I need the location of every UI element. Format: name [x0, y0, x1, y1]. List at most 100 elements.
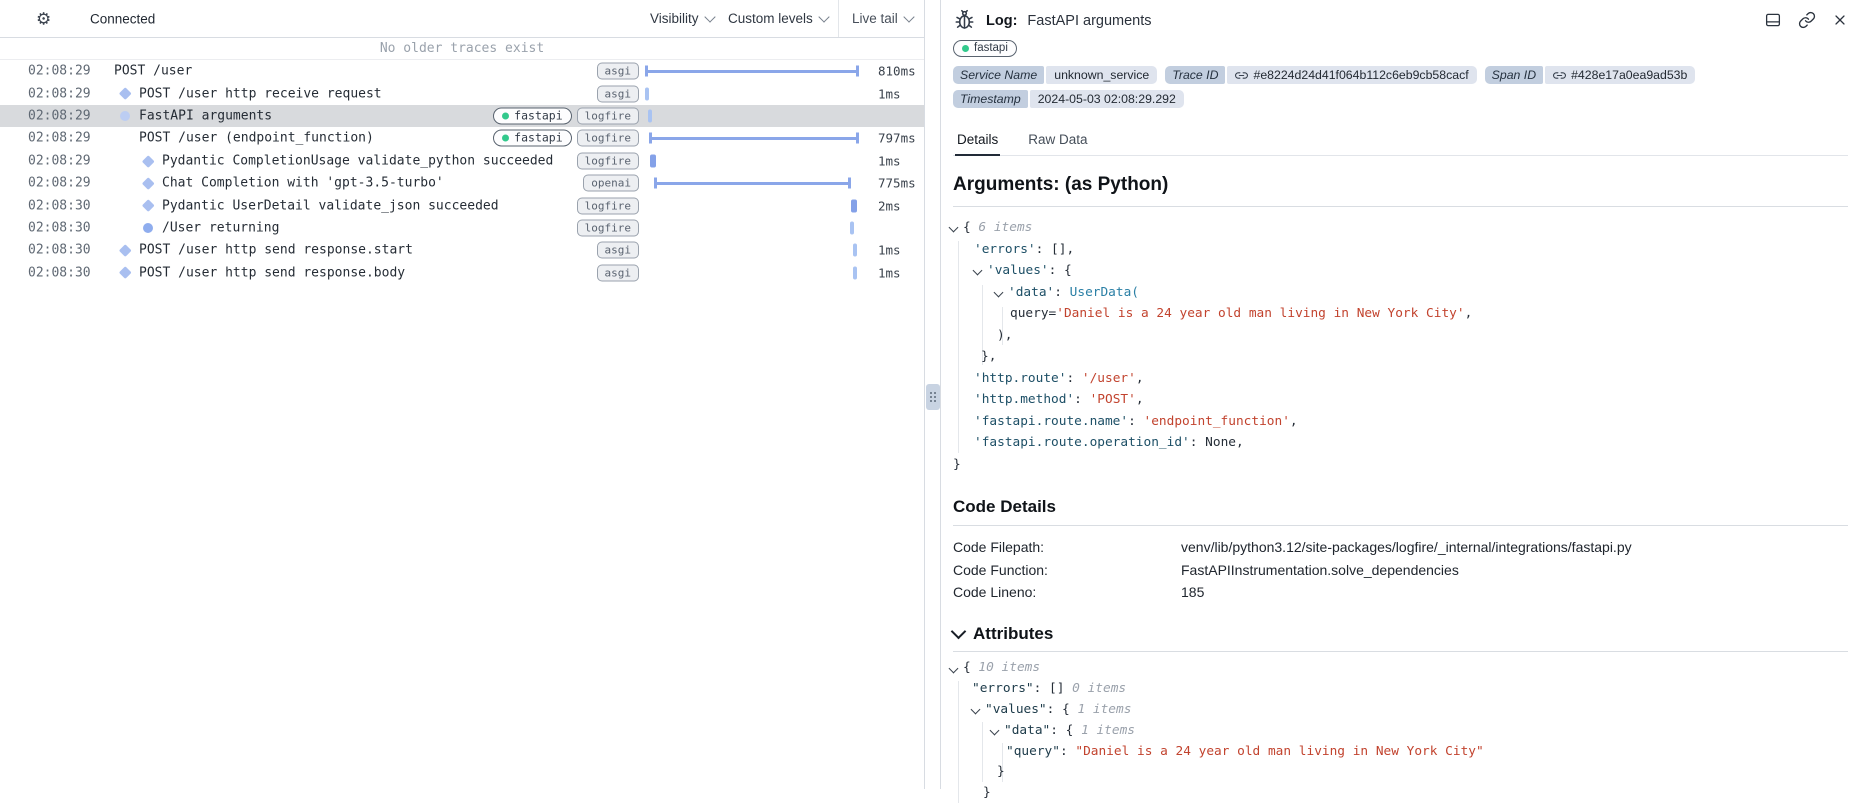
dot-blue-icon [141, 221, 155, 235]
duration-tick [648, 109, 652, 122]
code-segment-items: 10 items [978, 660, 1040, 675]
log-kind-label: Log: [986, 13, 1017, 29]
code-segment-punc: } [983, 785, 991, 800]
trace-duration: 2ms [878, 198, 901, 213]
collapse-chevron-icon[interactable] [949, 223, 959, 233]
trace-timeline [645, 105, 873, 127]
trace-row[interactable]: 02:08:29Pydantic CompletionUsage validat… [0, 150, 924, 172]
trace-timestamp: 02:08:29 [28, 153, 91, 168]
gear-icon[interactable]: ⚙ [36, 10, 51, 27]
code-segment-key: 'http.method' [974, 392, 1074, 407]
code-segment-key: 'values' [987, 263, 1049, 278]
trace-name: POST /user (endpoint_function) [139, 131, 374, 146]
code-segment-items: 1 items [1077, 702, 1131, 717]
code-filepath-value: venv/lib/python3.12/site-packages/logfir… [1181, 539, 1632, 555]
diamond-icon [141, 154, 155, 168]
trace-badges: logfire [577, 152, 639, 169]
collapse-chevron-icon[interactable] [949, 663, 959, 673]
collapse-chevron-icon[interactable] [951, 623, 967, 639]
openai-badge: openai [583, 175, 639, 192]
collapse-chevron-icon[interactable] [994, 287, 1004, 297]
code-line: 'fastapi.route.operation_id': None, [953, 432, 1848, 454]
trace-timeline [645, 194, 873, 216]
code-segment-punc: { [963, 660, 978, 675]
code-segment-plain: query= [1010, 306, 1056, 321]
trace-duration: 1ms [878, 265, 901, 280]
asgi-badge: asgi [597, 63, 640, 80]
trace-name: Pydantic UserDetail validate_json succee… [162, 198, 499, 213]
visibility-dropdown[interactable]: Visibility [650, 0, 714, 37]
trace-row[interactable]: 02:08:30 POST /user http send response.st… [0, 239, 924, 261]
custom-levels-label: Custom levels [728, 11, 813, 26]
trace-row[interactable]: 02:08:29POST /user http receive requesta… [0, 82, 924, 104]
code-line: query='Daniel is a 24 year old man livin… [953, 303, 1848, 325]
asgi-badge: asgi [597, 242, 640, 259]
code-segment-punc: ), [997, 328, 1012, 343]
code-segment-key: 'errors' [974, 242, 1036, 257]
code-segment-punc: , [1465, 306, 1473, 321]
code-lineno-value: 185 [1181, 584, 1204, 600]
code-details-table: Code Filepath: venv/lib/python3.12/site-… [953, 536, 1848, 604]
code-function-value: FastAPIInstrumentation.solve_dependencie… [1181, 562, 1459, 578]
copy-link-icon[interactable] [1798, 11, 1816, 29]
trace-timestamp: 02:08:30 [28, 265, 91, 280]
trace-duration: 810ms [878, 64, 916, 79]
trace-timestamp: 02:08:30 [28, 243, 91, 258]
fastapi-badge-label: fastapi [514, 132, 562, 145]
collapse-chevron-icon[interactable] [973, 266, 983, 276]
trace-duration: 1ms [878, 86, 901, 101]
code-function-row: Code Function: FastAPIInstrumentation.so… [953, 559, 1848, 582]
code-line: 'fastapi.route.name': 'endpoint_function… [953, 411, 1848, 433]
trace-badges: logfire [577, 197, 639, 214]
duration-tick [851, 199, 857, 212]
trace-row[interactable]: 02:08:29POST /userasgi810ms [0, 60, 924, 82]
dock-panel-icon[interactable] [1764, 11, 1782, 29]
tab-raw-data[interactable]: Raw Data [1026, 128, 1089, 155]
trace-timeline [645, 262, 873, 284]
trace-duration: 1ms [878, 153, 901, 168]
trace-name: POST /user [114, 64, 192, 79]
code-segment-punc: { [963, 220, 978, 235]
connection-status: Connected [90, 11, 155, 26]
tab-details[interactable]: Details [955, 128, 1000, 156]
trace-name: POST /user http send response.start [139, 243, 413, 258]
log-detail-panel: Log: FastAPI arguments fastapi Service N… [940, 0, 1864, 789]
link-icon[interactable] [1553, 69, 1566, 82]
close-icon[interactable] [1832, 12, 1848, 28]
fastapi-badge: fastapi [493, 130, 571, 147]
trace-duration: 775ms [878, 176, 916, 191]
trace-rows: 02:08:29POST /userasgi810ms02:08:29POST … [0, 60, 924, 284]
trace-duration: 1ms [878, 243, 901, 258]
trace-badges: fastapilogfire [493, 130, 639, 147]
trace-row[interactable]: 02:08:29FastAPI argumentsfastapilogfire [0, 105, 924, 127]
trace-row[interactable]: 02:08:30Pydantic UserDetail validate_jso… [0, 194, 924, 216]
code-line: { 10 items [953, 658, 1848, 679]
trace-timestamp: 02:08:29 [28, 176, 91, 191]
panel-resize-handle[interactable] [926, 384, 940, 410]
link-icon[interactable] [1235, 69, 1248, 82]
trace-row[interactable]: 02:08:29Chat Completion with 'gpt-3.5-tu… [0, 172, 924, 194]
trace-name: FastAPI arguments [139, 108, 272, 123]
collapse-chevron-icon[interactable] [971, 705, 981, 715]
code-line: } [953, 761, 1848, 782]
timestamp-chip: Timestamp 2024-05-03 02:08:29.292 [953, 90, 1184, 108]
custom-levels-dropdown[interactable]: Custom levels [728, 0, 828, 37]
trace-timeline [645, 150, 873, 172]
trace-id-value: #e8224d24d41f064b112c6eb9cb58cacf [1227, 66, 1476, 84]
collapse-chevron-icon[interactable] [990, 725, 1000, 735]
meta-row-2: Timestamp 2024-05-03 02:08:29.292 [953, 90, 1848, 108]
trace-timeline [645, 172, 873, 194]
trace-row[interactable]: 02:08:29POST /user (endpoint_function)fa… [0, 127, 924, 149]
diamond-icon [141, 199, 155, 213]
code-lineno-row: Code Lineno: 185 [953, 581, 1848, 604]
service-name-value: unknown_service [1046, 66, 1157, 84]
span-id-chip: Span ID #428e17a0ea9ad53b [1485, 66, 1696, 84]
trace-row[interactable]: 02:08:30/User returninglogfire [0, 217, 924, 239]
trace-badges: asgi [597, 242, 640, 259]
live-tail-dropdown[interactable]: Live tail [852, 0, 913, 37]
code-segment-punc: : [1054, 285, 1069, 300]
code-segment-str: 'endpoint_function' [1144, 414, 1290, 429]
trace-duration: 797ms [878, 131, 916, 146]
trace-row[interactable]: 02:08:30POST /user http send response.bo… [0, 262, 924, 284]
no-older-traces-notice: No older traces exist [0, 38, 924, 60]
